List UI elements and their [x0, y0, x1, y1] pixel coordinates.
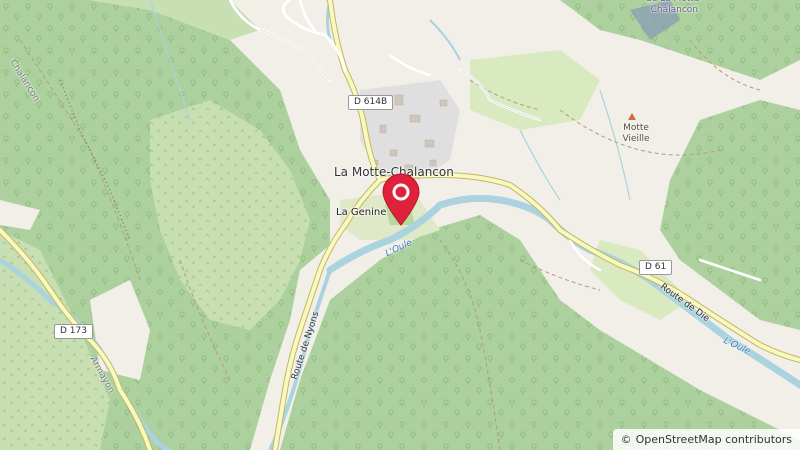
road-shield-d173: D 173: [54, 324, 93, 339]
location-pin-icon[interactable]: [381, 173, 421, 227]
road-shield-d614b: D 614B: [348, 95, 394, 110]
copyright-symbol: ©: [620, 433, 632, 446]
peak-label-motte-vieille: Motte Vieille: [622, 123, 650, 144]
area-label-top-right: de La Motte- Chalancon: [646, 0, 703, 15]
road-shield-d61: D 61: [639, 260, 673, 275]
attribution-link[interactable]: OpenStreetMap contributors: [636, 433, 792, 446]
place-label-la-genine: La Genine: [336, 207, 387, 218]
map-view[interactable]: La Motte-Chalancon La Genine Motte Vieil…: [0, 0, 800, 450]
attribution: © OpenStreetMap contributors: [612, 429, 800, 450]
